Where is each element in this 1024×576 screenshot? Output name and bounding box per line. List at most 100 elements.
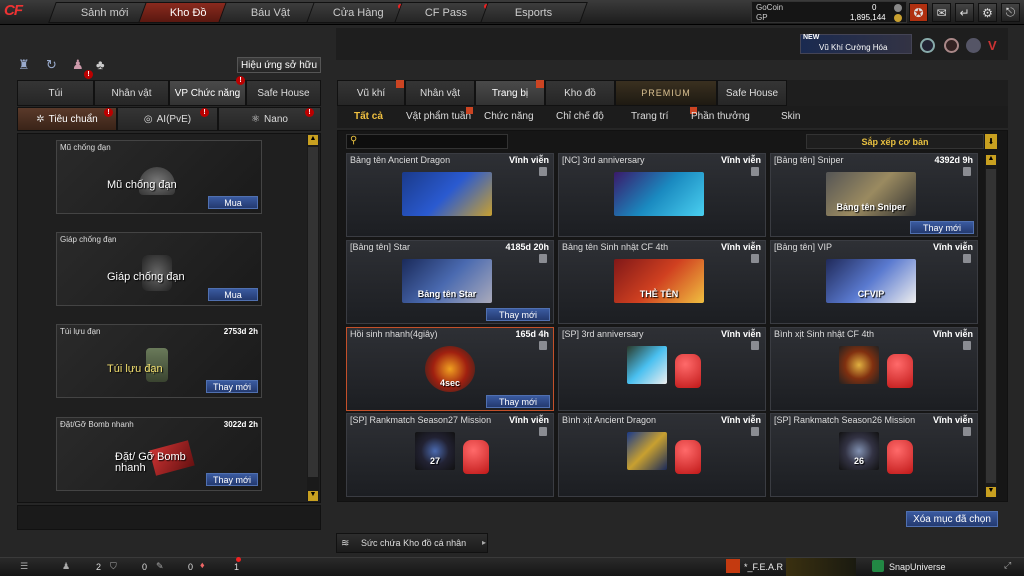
tab-equipment[interactable]: Trang bị (475, 80, 545, 106)
trash-icon[interactable] (751, 341, 759, 350)
trash-icon[interactable] (963, 341, 971, 350)
left-card[interactable]: Mũ chống đạn Mũ chống đạn Mua (56, 140, 262, 214)
menu-icon[interactable]: ☰ (20, 561, 28, 572)
tab-label: VP Chức năng (174, 87, 241, 99)
subtab-standard[interactable]: ✲ Tiêu chuẩn (17, 107, 117, 131)
settings-icon[interactable]: ⚙ (978, 3, 997, 22)
rank-icon[interactable] (920, 38, 935, 53)
replace-button[interactable]: Thay mới (206, 380, 258, 393)
gift-icon[interactable]: ♦ (200, 560, 205, 570)
trash-icon[interactable] (751, 167, 759, 176)
chat-icon[interactable]: ✎ (156, 561, 164, 572)
sort-dropdown-icon[interactable]: ⬇ (985, 134, 997, 149)
trash-icon[interactable] (751, 254, 759, 263)
replace-button[interactable]: Thay mới (486, 308, 550, 321)
item-card[interactable]: Bảng tên Ancient Dragon Vĩnh viễn (346, 153, 554, 237)
refresh-icon[interactable]: ↻ (46, 57, 64, 73)
item-card[interactable]: [Bảng tên] Sniper 4392d 9h Bảng tên Sniper… (770, 153, 978, 237)
subtab-all[interactable]: Tất cả (354, 111, 383, 122)
replace-button[interactable]: Thay mới (206, 473, 258, 486)
exit-icon[interactable]: ⎋ (1001, 3, 1020, 22)
tab-safe-house[interactable]: Safe House (246, 80, 321, 106)
scroll-thumb[interactable] (308, 147, 318, 477)
subtab-weekly[interactable]: Vật phẩm tuần (406, 111, 471, 122)
left-card[interactable]: Túi lựu đạn 2753d 2h Túi lựu đạn Thay mớ… (56, 324, 262, 398)
left-card[interactable]: Đặt/Gỡ Bomb nhanh 3022d 2h Đặt/ Gỡ Bomb … (56, 417, 262, 491)
expand-icon[interactable]: ⤢ (1004, 560, 1011, 571)
trash-icon[interactable] (539, 341, 547, 350)
left-scrollbar[interactable]: ▲ ▼ (307, 135, 319, 501)
item-duration: Vĩnh viễn (508, 155, 549, 165)
item-card[interactable]: [Bảng tên] Star 4185d 20h Bảng tên Star Tha… (346, 240, 554, 324)
item-card[interactable]: [Bảng tên] VIP Vĩnh viễn CFVIP (770, 240, 978, 324)
replace-button[interactable]: Thay mới (486, 395, 550, 408)
item-card[interactable]: Bảng tên Sinh nhật CF 4th Vĩnh viễn THẺ TÊ… (558, 240, 766, 324)
tab-function-items[interactable]: VP Chức năng (169, 80, 246, 106)
trash-icon[interactable] (539, 167, 547, 176)
subtab-reward[interactable]: Phần thưởng (691, 111, 750, 122)
trash-icon[interactable] (539, 427, 547, 436)
promo-banner[interactable]: NEW Vũ Khí Cường Hóa (800, 34, 912, 54)
buy-button[interactable]: Mua (208, 288, 258, 301)
tab-storage[interactable]: Kho đồ (545, 80, 615, 106)
subtab-label: Nano (264, 113, 288, 125)
sort-select[interactable]: Sắp xếp cơ bản (806, 134, 984, 149)
replace-button[interactable]: Thay mới (910, 221, 974, 234)
tab-weapons[interactable]: Vũ khí (337, 80, 405, 106)
buy-button[interactable]: Mua (208, 196, 258, 209)
subtab-mode[interactable]: Chỉ chế độ (556, 111, 604, 122)
trash-icon[interactable] (963, 254, 971, 263)
trash-icon[interactable] (963, 427, 971, 436)
tab-premium[interactable]: PREMIUM (615, 80, 717, 106)
nav-esports[interactable]: Esports (480, 2, 588, 23)
gp-value: 1,895,144 (850, 13, 886, 22)
item-card[interactable]: Hồi sinh nhanh(4giây) 165d 4h 4sec Thay mới (346, 327, 554, 411)
scroll-thumb[interactable] (986, 169, 996, 483)
globe-icon[interactable] (966, 38, 981, 53)
item-card[interactable]: [SP] Rankmatch Season27 Mission Vĩnh viễn… (346, 413, 554, 497)
trash-icon[interactable] (751, 427, 759, 436)
tab-label: Safe House (725, 87, 779, 99)
tab-bag[interactable]: Túi (17, 80, 94, 106)
scroll-down-icon[interactable]: ▼ (986, 487, 996, 497)
scroll-up-icon[interactable]: ▲ (986, 155, 996, 165)
item-card[interactable]: [SP] 3rd anniversary Vĩnh viễn (558, 327, 766, 411)
right-scrollbar[interactable]: ▲ ▼ (985, 155, 997, 497)
vip-icon[interactable]: V (988, 38, 1006, 53)
bottom-bar: ☰ ♟ 2 ⛉ 0 ✎ 0 ♦ 1 *_F.E.A.R SnapUniverse… (0, 557, 1024, 576)
clear-selected-button[interactable]: Xóa mục đã chọn (906, 511, 998, 527)
subtab-decoration[interactable]: Trang trí (631, 111, 668, 122)
event-icon[interactable]: ✪ (909, 3, 928, 22)
item-card[interactable]: Bình xịt Ancient Dragon Vĩnh viễn (558, 413, 766, 497)
effect-button[interactable]: Hiệu ứng sở hữu (237, 57, 321, 73)
shield-icon[interactable]: ⛉ (110, 561, 117, 572)
item-card[interactable]: [SP] Rankmatch Season26 Mission Vĩnh viễn… (770, 413, 978, 497)
search-input[interactable]: ⚲ (346, 134, 508, 149)
gift-icon[interactable]: ♜ (18, 57, 36, 73)
subtab-skin[interactable]: Skin (781, 111, 800, 122)
friends-icon[interactable]: ♟ (62, 561, 70, 572)
trash-icon[interactable] (963, 167, 971, 176)
badge-icon[interactable] (944, 38, 959, 53)
scroll-up-icon[interactable]: ▲ (308, 135, 318, 145)
tab-character[interactable]: Nhân vật (94, 80, 169, 106)
tab-characters[interactable]: Nhân vật (405, 80, 475, 106)
item-duration: Vĩnh viễn (508, 415, 549, 425)
back-icon[interactable]: ↵ (955, 3, 974, 22)
scroll-down-icon[interactable]: ▼ (308, 491, 318, 501)
item-title: [Bảng tên] Star (350, 242, 411, 252)
item-card[interactable]: Bình xịt Sinh nhật CF 4th Vĩnh viễn (770, 327, 978, 411)
item-card[interactable]: [NC] 3rd anniversary Vĩnh viễn (558, 153, 766, 237)
tab-safe-house-right[interactable]: Safe House (717, 80, 787, 106)
trash-icon[interactable] (539, 254, 547, 263)
tab-label: Nhân vật (111, 87, 152, 99)
subtab-function[interactable]: Chức năng (484, 111, 534, 122)
friends-count: 2 (96, 562, 102, 572)
storage-capacity-bar[interactable]: ≋ Sức chứa Kho đồ cá nhân ▸ (336, 533, 488, 553)
tab-label: Nhân vật (419, 87, 461, 99)
gift-badge-icon (396, 80, 404, 88)
left-card[interactable]: Giáp chống đạn Giáp chống đạn Mua (56, 232, 262, 306)
mail-icon[interactable]: ✉ (932, 3, 951, 22)
bag-icon[interactable]: ♣ (96, 57, 114, 73)
promo-text: Vũ Khí Cường Hóa (819, 43, 888, 52)
